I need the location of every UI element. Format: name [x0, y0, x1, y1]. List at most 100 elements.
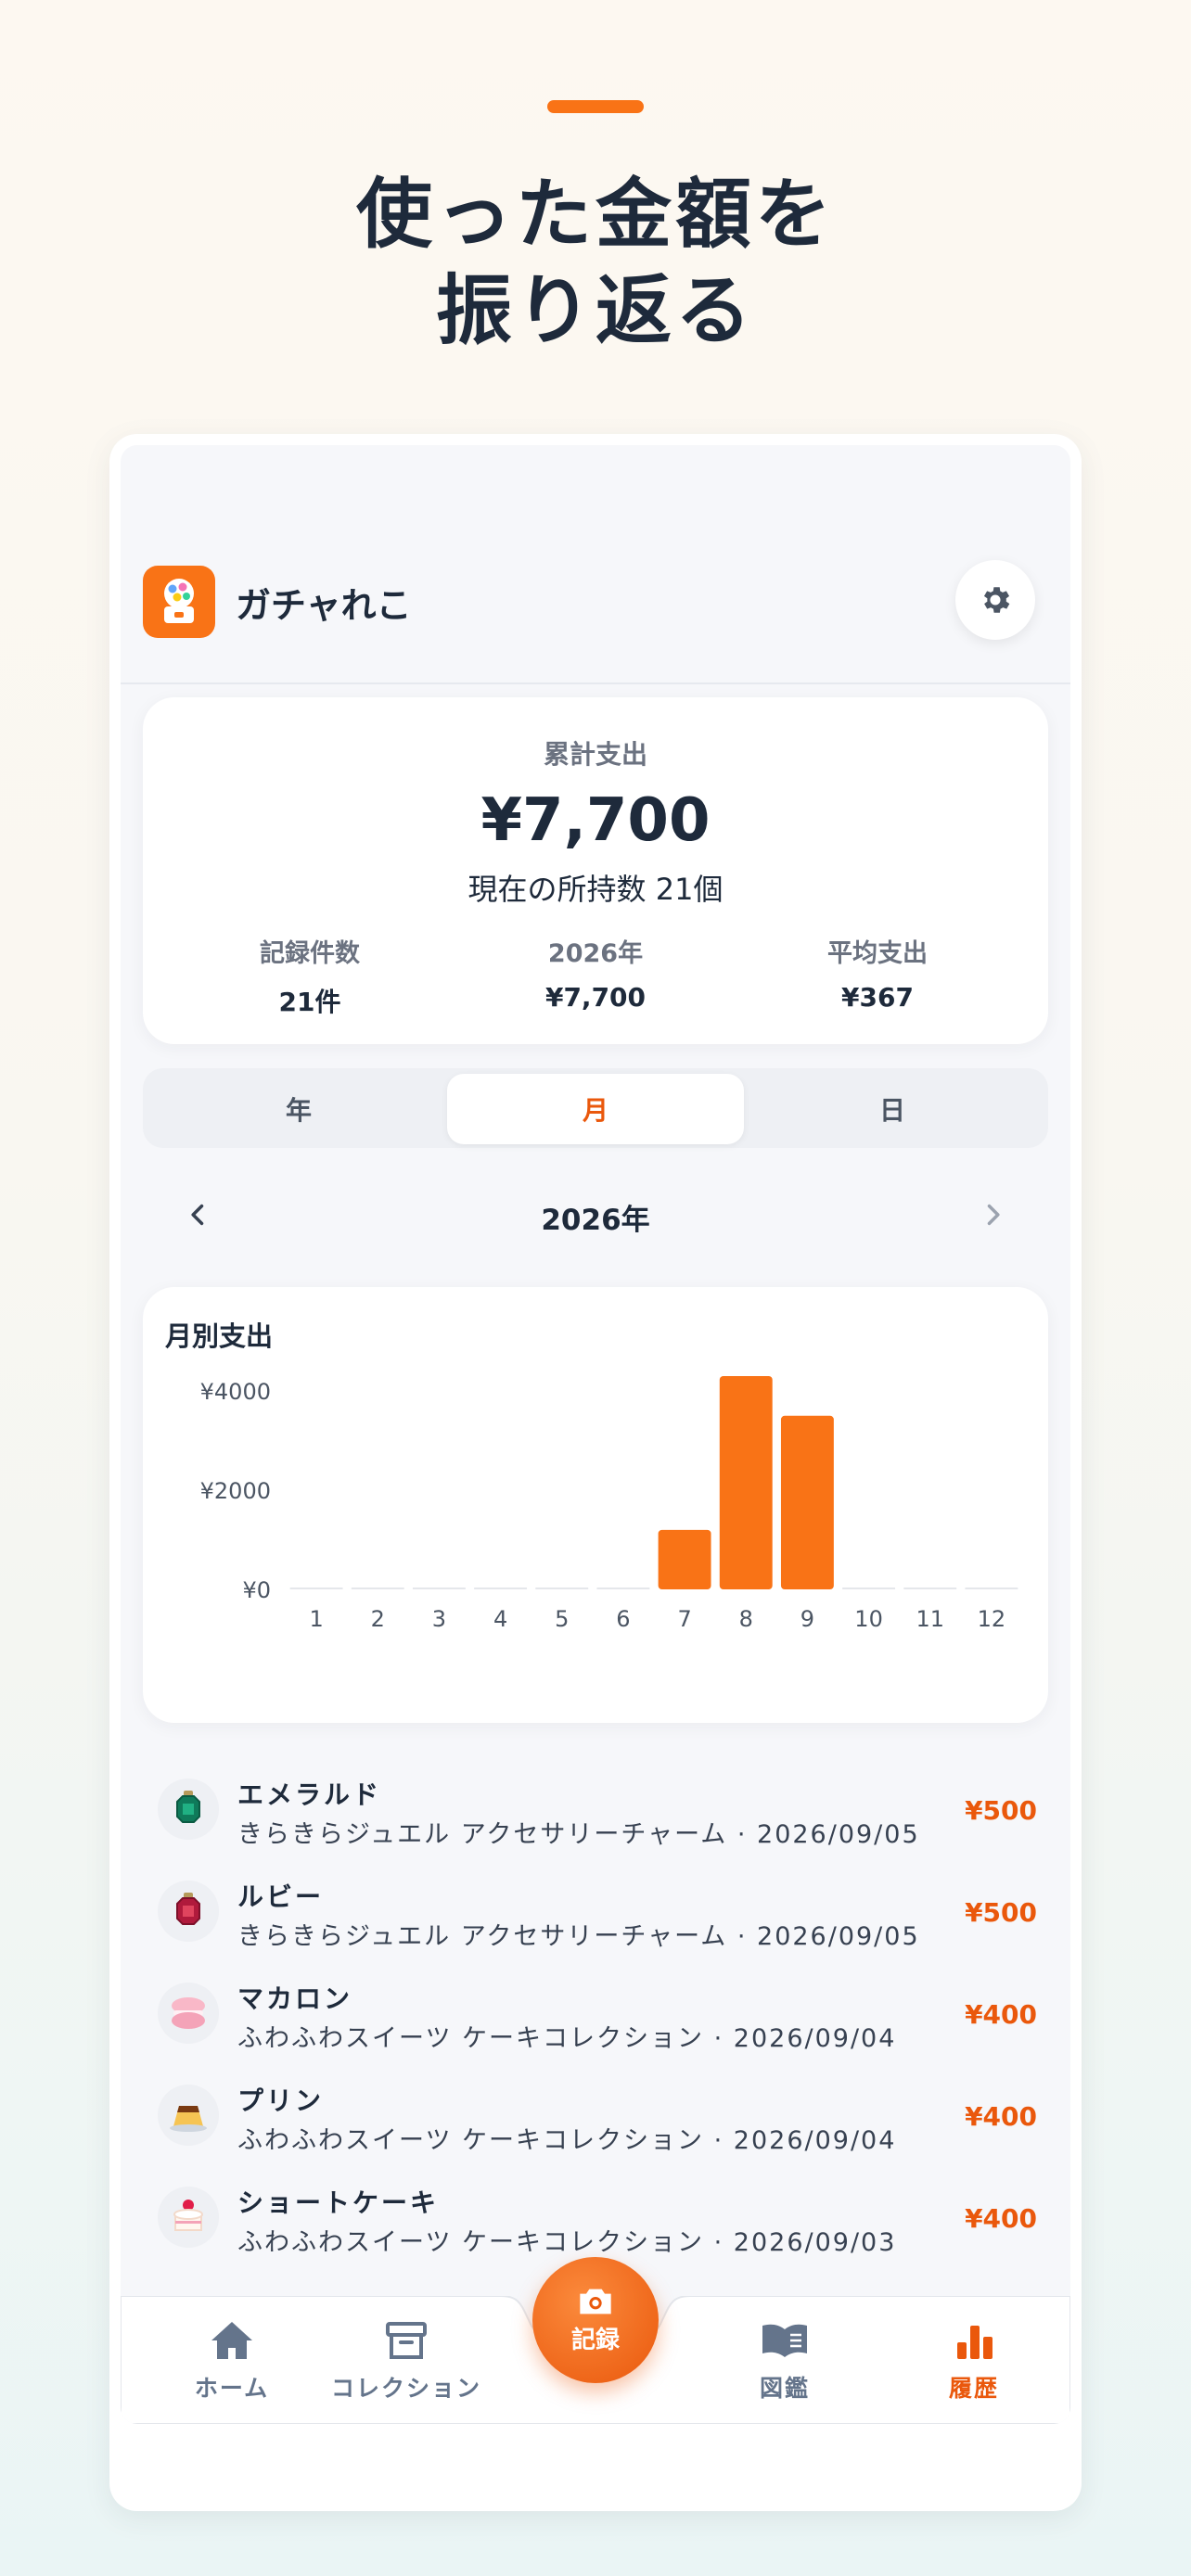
ruby-gem-icon [158, 1881, 219, 1942]
stat-record-count: 記録件数 21件 [171, 933, 449, 1019]
accent-line [547, 100, 644, 113]
item-price: ¥400 [965, 1999, 1037, 2030]
year-label: 2026年 [541, 1204, 650, 1237]
tab-encyclopedia[interactable]: 図鑑 [692, 2320, 877, 2404]
list-item[interactable]: マカロン ふわふわスイーツ ケーキコレクション · 2026/09/04 ¥40… [121, 1966, 1070, 2068]
year-navigation: 2026年 [121, 1187, 1070, 1243]
chart-bar [658, 1529, 711, 1589]
chart-bar [780, 1415, 834, 1589]
chart-bar [903, 1588, 957, 1589]
chart-bar [535, 1588, 589, 1589]
headline-line-1: 使った金額を [355, 171, 835, 259]
x-tick-label: 6 [616, 1606, 630, 1632]
item-name: ショートケーキ [237, 2187, 440, 2218]
item-price: ¥400 [965, 2101, 1037, 2132]
chart-bar [842, 1588, 896, 1589]
home-icon [211, 2322, 252, 2359]
stat-value: ¥7,700 [544, 982, 647, 1013]
x-tick-label: 7 [677, 1606, 691, 1632]
x-tick-label: 9 [800, 1606, 814, 1632]
tab-label: ホーム [194, 2375, 270, 2402]
app-screen: ガチャれこ 累計支出 ¥7,700 現在の所持数 21個 記録件数 21件 20… [121, 445, 1070, 2424]
open-book-icon [762, 2324, 807, 2357]
chart-bar [412, 1588, 466, 1589]
item-name: ルビー [237, 1881, 325, 1912]
x-tick-label: 10 [854, 1606, 883, 1632]
list-item[interactable]: プリン ふわふわスイーツ ケーキコレクション · 2026/09/04 ¥400 [121, 2068, 1070, 2170]
list-item[interactable]: エメラルド きらきらジュエル アクセサリーチャーム · 2026/09/05 ¥… [121, 1762, 1070, 1864]
monthly-spend-chart-card: 月別支出 ¥0 ¥2000 ¥4000 1 2 3 4 5 6 7 8 9 10 11 12 [143, 1287, 1048, 1723]
archive-box-icon [386, 2322, 427, 2359]
chart-bar [596, 1588, 650, 1589]
item-name: プリン [237, 2085, 325, 2116]
app-logo-icon [143, 566, 215, 638]
shortcake-icon [158, 2187, 219, 2248]
tab-label: コレクション [330, 2375, 481, 2402]
purchase-list: エメラルド きらきらジュエル アクセサリーチャーム · 2026/09/05 ¥… [121, 1762, 1070, 2272]
stat-label: 2026年 [547, 939, 644, 968]
stat-label: 記録件数 [260, 939, 360, 968]
x-tick-label: 12 [978, 1606, 1006, 1632]
tab-home[interactable]: ホーム [139, 2320, 325, 2404]
segment-month[interactable]: 月 [447, 1074, 744, 1144]
tab-collection[interactable]: コレクション [314, 2320, 499, 2404]
item-detail: ふわふわスイーツ ケーキコレクション · 2026/09/04 [237, 2024, 897, 2053]
settings-button[interactable] [955, 560, 1035, 640]
monthly-spend-chart: ¥0¥2000¥40001 2 3 4 5 6 7 8 9 10 11 12 [200, 1376, 1018, 1632]
item-price: ¥400 [965, 2203, 1037, 2234]
segment-day[interactable]: 日 [744, 1074, 1041, 1144]
chart-bar [719, 1376, 773, 1589]
item-detail: ふわふわスイーツ ケーキコレクション · 2026/09/04 [237, 2126, 897, 2155]
x-tick-label: 8 [739, 1606, 753, 1632]
x-tick-label: 4 [493, 1606, 507, 1632]
item-price: ¥500 [965, 1795, 1037, 1826]
x-tick-label: 2 [371, 1606, 385, 1632]
bottom-tab-bar: ホーム コレクション 記録 図鑑 履歴 [121, 2257, 1070, 2424]
y-tick-label: ¥2000 [200, 1478, 271, 1504]
item-detail: ふわふわスイーツ ケーキコレクション · 2026/09/03 [237, 2228, 897, 2257]
stat-year-total: 2026年 ¥7,700 [456, 933, 735, 1013]
tab-label: 履歴 [948, 2375, 999, 2402]
item-detail: きらきらジュエル アクセサリーチャーム · 2026/09/05 [237, 1820, 920, 1849]
x-tick-label: 11 [916, 1606, 944, 1632]
total-spend-label: 累計支出 [543, 739, 647, 770]
y-tick-label: ¥0 [242, 1577, 271, 1603]
item-detail: きらきらジュエル アクセサリーチャーム · 2026/09/05 [237, 1922, 920, 1951]
app-name: ガチャれこ [236, 585, 412, 626]
chart-bar [474, 1588, 528, 1589]
stat-average: 平均支出 ¥367 [738, 933, 1017, 1013]
summary-card: 累計支出 ¥7,700 現在の所持数 21個 記録件数 21件 2026年 ¥7… [143, 697, 1048, 1044]
x-tick-label: 1 [309, 1606, 323, 1632]
emerald-gem-icon [158, 1779, 219, 1840]
x-tick-label: 5 [555, 1606, 569, 1632]
pudding-icon [158, 2085, 219, 2146]
chevron-right-icon [987, 1204, 1000, 1226]
bar-chart-icon [957, 2326, 992, 2359]
next-year-button[interactable] [970, 1192, 1015, 1237]
total-spend-value: ¥7,700 [480, 786, 711, 855]
segment-year[interactable]: 年 [150, 1074, 447, 1144]
item-price: ¥500 [965, 1897, 1037, 1928]
stat-label: 平均支出 [827, 939, 928, 968]
tab-history[interactable]: 履歴 [881, 2320, 1067, 2404]
stat-value: ¥367 [841, 982, 914, 1013]
macaron-icon [158, 1983, 219, 2044]
chart-bar [965, 1588, 1018, 1589]
camera-icon [580, 2289, 611, 2314]
x-tick-label: 3 [432, 1606, 446, 1632]
y-tick-label: ¥4000 [200, 1379, 271, 1405]
headline-line-2: 振り返る [435, 267, 755, 355]
period-segmented-control: 年 月 日 [143, 1068, 1048, 1148]
list-item[interactable]: ルビー きらきらジュエル アクセサリーチャーム · 2026/09/05 ¥50… [121, 1864, 1070, 1966]
item-name: エメラルド [237, 1779, 382, 1810]
record-label: 記録 [570, 2326, 620, 2354]
item-name: マカロン [237, 1983, 353, 2014]
owned-count: 現在の所持数 21個 [467, 872, 724, 907]
stat-value: 21件 [278, 987, 341, 1017]
tab-label: 図鑑 [759, 2375, 810, 2402]
app-header: ガチャれこ [121, 560, 1070, 684]
chart-bar [351, 1588, 404, 1589]
record-button[interactable]: 記録 [532, 2257, 659, 2383]
gear-icon [983, 587, 1010, 613]
headline: 使った金額を 振り返る [0, 167, 1191, 360]
